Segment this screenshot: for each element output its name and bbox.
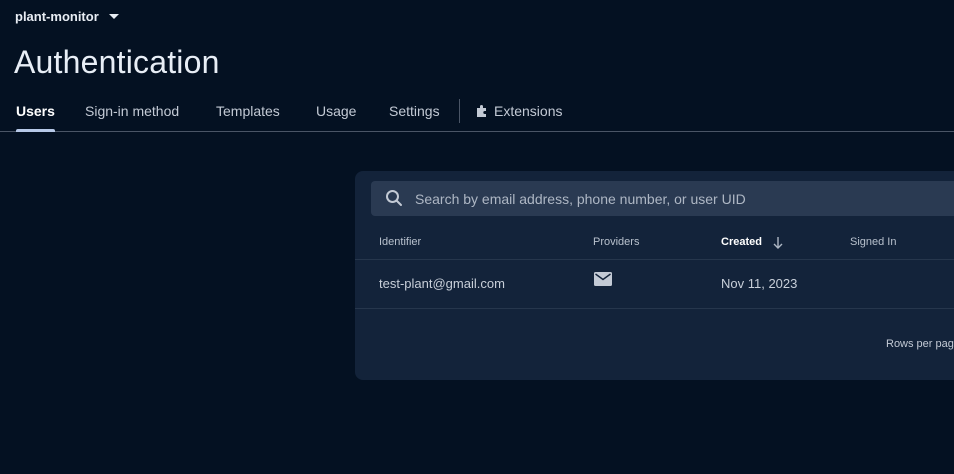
extensions-icon (475, 98, 489, 128)
cell-identifier: test-plant@gmail.com (379, 276, 505, 291)
tab-extensions[interactable]: Extensions (475, 96, 562, 131)
search-bar (371, 181, 954, 216)
tab-settings[interactable]: Settings (389, 96, 440, 131)
column-identifier[interactable]: Identifier (379, 236, 421, 248)
email-icon (594, 272, 612, 291)
column-created-label: Created (721, 236, 762, 248)
arrow-down-icon[interactable] (772, 236, 784, 253)
table-row[interactable]: test-plant@gmail.com Nov 11, 2023 (355, 260, 954, 309)
column-providers: Providers (593, 236, 640, 248)
auth-page: plant-monitor Authentication Users Sign-… (0, 0, 954, 474)
cell-created: Nov 11, 2023 (721, 276, 798, 291)
tab-divider (459, 99, 460, 123)
rows-per-page-label: Rows per pag (886, 338, 954, 350)
search-input[interactable] (415, 181, 954, 216)
tab-usage[interactable]: Usage (316, 96, 356, 131)
page-title: Authentication (14, 44, 220, 80)
tab-users[interactable]: Users (16, 96, 55, 132)
tab-sign-in-method[interactable]: Sign-in method (85, 96, 179, 131)
column-signed-in[interactable]: Signed In (850, 236, 896, 248)
users-table-card: Identifier Providers Created Signed In t… (355, 171, 954, 380)
project-selector[interactable]: plant-monitor (15, 9, 119, 24)
column-created[interactable]: Created (721, 236, 783, 249)
tab-templates[interactable]: Templates (216, 96, 280, 131)
tab-extensions-label: Extensions (494, 103, 563, 119)
tab-bar: Users Sign-in method Templates Usage Set… (0, 96, 954, 132)
search-icon (385, 189, 403, 212)
chevron-down-icon (108, 14, 119, 19)
table-header: Identifier Providers Created Signed In (355, 231, 954, 260)
project-name: plant-monitor (15, 9, 99, 24)
